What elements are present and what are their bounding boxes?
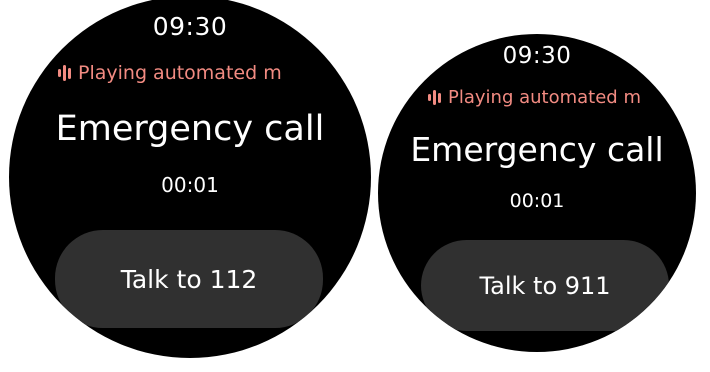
call-timer: 00:01 <box>161 173 219 197</box>
talk-to-operator-button[interactable]: Talk to 911 <box>421 240 669 331</box>
status-text: Playing automated m <box>78 62 282 84</box>
watch-screen-112: 09:30 Playing automated m Emergency call… <box>9 0 371 358</box>
automated-message-status: Playing automated m <box>428 87 641 108</box>
talk-button-label: Talk to 112 <box>120 264 258 294</box>
audio-wave-icon <box>58 65 71 81</box>
audio-wave-icon <box>428 90 441 105</box>
automated-message-status: Playing automated m <box>58 62 282 84</box>
call-timer: 00:01 <box>509 190 565 212</box>
clock-time: 09:30 <box>502 43 572 69</box>
talk-to-operator-button[interactable]: Talk to 112 <box>55 230 323 328</box>
comparison-stage: 09:30 Playing automated m Emergency call… <box>0 0 710 372</box>
page-title: Emergency call <box>55 109 325 149</box>
clock-time: 09:30 <box>152 12 228 41</box>
status-text: Playing automated m <box>448 87 641 108</box>
watch-screen-911: 09:30 Playing automated m Emergency call… <box>378 34 696 352</box>
talk-button-label: Talk to 911 <box>479 271 611 300</box>
page-title: Emergency call <box>410 130 664 169</box>
